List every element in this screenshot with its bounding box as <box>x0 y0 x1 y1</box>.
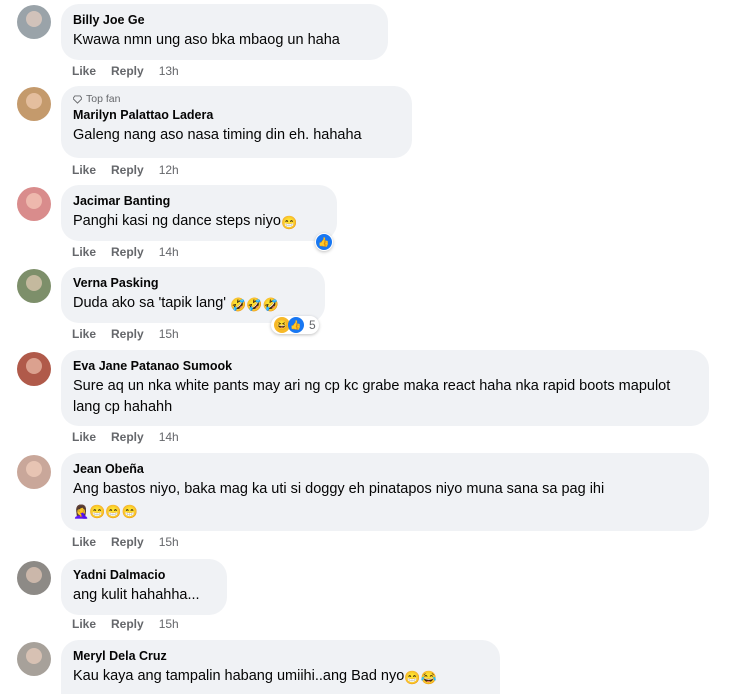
comment-text-body: Ang bastos niyo, baka mag ka uti si dogg… <box>73 481 605 497</box>
comment-bubble: Jean Obeña Ang bastos niyo, baka mag ka … <box>61 453 709 531</box>
comment-text: Ang bastos niyo, baka mag ka uti si dogg… <box>73 479 693 521</box>
timestamp[interactable]: 15h <box>159 617 179 631</box>
comment-text: Galeng nang aso nasa timing din eh. haha… <box>73 127 362 143</box>
reply-button[interactable]: Reply <box>111 327 144 341</box>
commenter-name[interactable]: Marilyn Palattao Ladera <box>73 107 400 123</box>
thumbs-up-icon: 👍 <box>288 317 304 333</box>
comment-bubble: Billy Joe Ge Kwawa nmn ung aso bka mbaog… <box>61 4 388 60</box>
like-button[interactable]: Like <box>72 327 96 341</box>
reply-button[interactable]: Reply <box>111 535 144 549</box>
comment-text: Kwawa nmn ung aso bka mbaog un haha <box>73 32 340 48</box>
comment-bubble: Jacimar Banting Panghi kasi ng dance ste… <box>61 185 337 241</box>
commenter-name[interactable]: Jacimar Banting <box>73 193 325 209</box>
comment-text-body: Panghi kasi ng dance steps niyo <box>73 213 281 229</box>
comment-text: Kau kaya ang tampalin habang umiihi..ang… <box>73 666 488 687</box>
comment-text: Panghi kasi ng dance steps niyo😁 <box>73 211 325 232</box>
commenter-name[interactable]: Jean Obeña <box>73 461 697 477</box>
commenter-name[interactable]: Yadni Dalmacio <box>73 567 215 583</box>
like-button[interactable]: Like <box>72 535 96 549</box>
reply-button[interactable]: Reply <box>111 245 144 259</box>
thumbs-up-icon: 👍 <box>316 234 332 250</box>
like-button[interactable]: Like <box>72 64 96 78</box>
comment-bubble: Eva Jane Patanao Sumook Sure aq un nka w… <box>61 350 709 426</box>
commenter-name[interactable]: Eva Jane Patanao Sumook <box>73 358 697 374</box>
timestamp[interactable]: 15h <box>159 327 179 341</box>
timestamp[interactable]: 12h <box>159 163 179 177</box>
avatar[interactable] <box>17 5 51 39</box>
reply-button[interactable]: Reply <box>111 617 144 631</box>
reaction-badge[interactable]: 😆 👍 5 <box>271 316 319 334</box>
grin-emoji: 😁😂 <box>404 670 437 685</box>
avatar[interactable] <box>17 642 51 676</box>
avatar[interactable] <box>17 352 51 386</box>
reaction-count: 5 <box>309 318 316 332</box>
avatar[interactable] <box>17 187 51 221</box>
comment-text-body: Duda ako sa 'tapik lang' <box>73 295 227 311</box>
like-button[interactable]: Like <box>72 617 96 631</box>
like-button[interactable]: Like <box>72 430 96 444</box>
timestamp[interactable]: 14h <box>159 430 179 444</box>
avatar[interactable] <box>17 455 51 489</box>
avatar[interactable] <box>17 269 51 303</box>
timestamp[interactable]: 15h <box>159 535 179 549</box>
reply-button[interactable]: Reply <box>111 430 144 444</box>
reply-button[interactable]: Reply <box>111 163 144 177</box>
timestamp[interactable]: 14h <box>159 245 179 259</box>
timestamp[interactable]: 13h <box>159 64 179 78</box>
reaction-badge[interactable]: 👍 <box>315 233 333 251</box>
top-fan-label: Top fan <box>86 93 121 105</box>
commenter-name[interactable]: Verna Pasking <box>73 275 313 291</box>
comment-bubble: Top fan Marilyn Palattao Ladera Galeng n… <box>61 86 412 158</box>
diamond-icon <box>73 94 82 104</box>
comment-text: Duda ako sa 'tapik lang' 🤣🤣🤣 <box>73 293 313 314</box>
avatar[interactable] <box>17 87 51 121</box>
grin-emoji: 😁 <box>280 215 298 230</box>
comment-bubble: Meryl Dela Cruz Kau kaya ang tampalin ha… <box>61 640 500 694</box>
emoji-row: 🤦‍♀️😁😁😁 <box>73 504 138 519</box>
comment-bubble: Verna Pasking Duda ako sa 'tapik lang' 🤣… <box>61 267 325 323</box>
reply-button[interactable]: Reply <box>111 64 144 78</box>
commenter-name[interactable]: Billy Joe Ge <box>73 12 376 28</box>
commenter-name[interactable]: Meryl Dela Cruz <box>73 648 488 664</box>
like-button[interactable]: Like <box>72 245 96 259</box>
top-fan-badge: Top fan <box>73 93 400 105</box>
rofl-emoji: 🤣🤣🤣 <box>230 297 279 312</box>
like-button[interactable]: Like <box>72 163 96 177</box>
avatar[interactable] <box>17 561 51 595</box>
comment-text: ang kulit hahahha... <box>73 587 200 603</box>
comment-text: Sure aq un nka white pants may ari ng cp… <box>73 378 671 415</box>
comment-bubble: Yadni Dalmacio ang kulit hahahha... <box>61 559 227 615</box>
comment-text-body: Kau kaya ang tampalin habang umiihi..ang… <box>73 668 405 684</box>
